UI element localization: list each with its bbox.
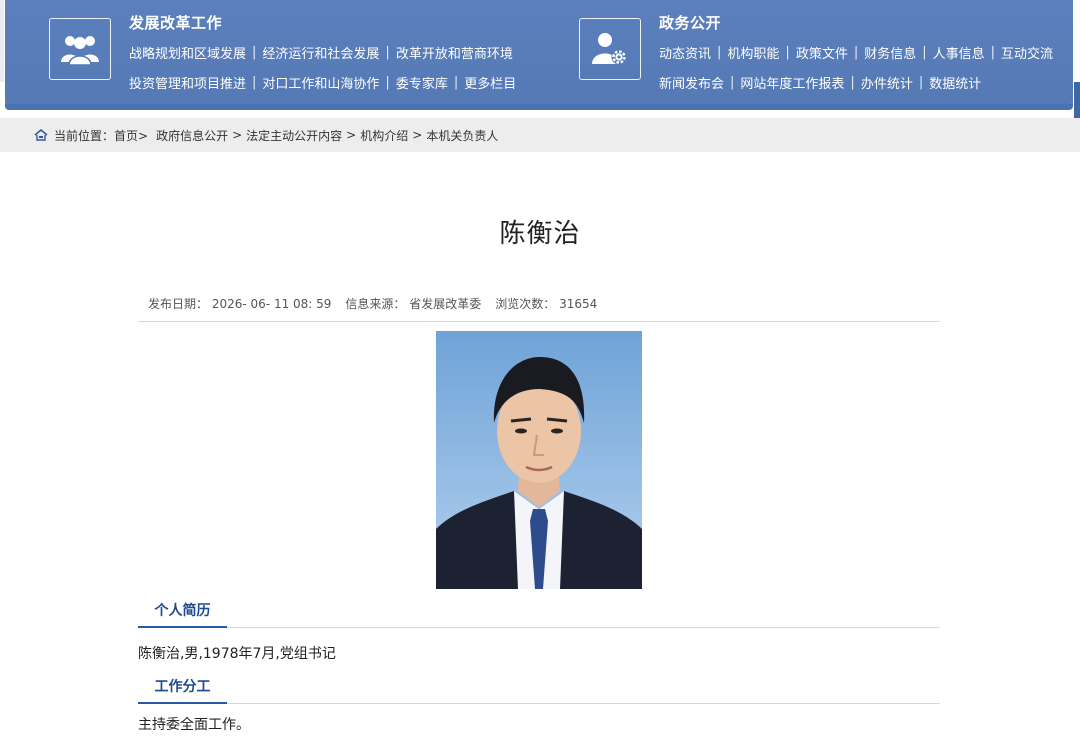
link-row-development-1: 战略规划和区域发展 | 经济运行和社会发展 | 改革开放和营商环境: [129, 43, 513, 62]
date-value: 2026- 06- 11 08: 59: [211, 297, 332, 311]
views-label: 浏览次数：: [495, 297, 556, 311]
nav-link-news[interactable]: 动态资讯: [659, 43, 711, 62]
page-title: 陈衡治: [499, 219, 581, 249]
home-icon: [34, 129, 48, 141]
header-panel: 发展改革工作 战略规划和区域发展 | 经济运行和社会发展 | 改革开放和营商环境 投…: [5, 0, 1073, 104]
section-government-affairs: 政务公开 动态资讯 | 机构职能 | 政策文件 | 财务信息 | 人事信息 | 互动交流 …: [579, 0, 1069, 104]
nav-link-data-stats[interactable]: 数据统计: [929, 73, 981, 92]
duty-heading: 工作分工: [138, 676, 227, 704]
nav-link-economy[interactable]: 经济运行和社会发展: [262, 43, 379, 62]
bio-text: 陈衡治,男,1978年7月,党组书记: [138, 646, 336, 662]
nav-link-personnel[interactable]: 人事信息: [933, 43, 985, 62]
link-row-development-2: 投资管理和项目推进 | 对口工作和山海协作 | 委专家库 | 更多栏目: [129, 73, 517, 92]
duty-text: 主持委全面工作。: [138, 717, 250, 733]
nav-link-experts[interactable]: 委专家库: [396, 73, 448, 92]
nav-link-case-stats[interactable]: 办件统计: [861, 73, 913, 92]
nav-link-policy[interactable]: 政策文件: [796, 43, 848, 62]
breadcrumb-statutory[interactable]: 法定主动公开内容: [246, 127, 342, 144]
section-development-reform: 发展改革工作 战略规划和区域发展 | 经济运行和社会发展 | 改革开放和营商环境 投…: [49, 0, 549, 104]
breadcrumb-home[interactable]: 首页>: [114, 127, 148, 144]
nav-link-strategy[interactable]: 战略规划和区域发展: [129, 43, 246, 62]
breadcrumb-prefix: 当前位置：: [54, 128, 115, 143]
nav-link-reform[interactable]: 改革开放和营商环境: [396, 43, 513, 62]
source-value: 省发展改革委: [409, 297, 482, 311]
user-gear-icon[interactable]: [579, 18, 641, 80]
nav-link-finance[interactable]: 财务信息: [864, 43, 916, 62]
nav-link-press[interactable]: 新闻发布会: [659, 73, 724, 92]
nav-link-annual-report[interactable]: 网站年度工作报表: [740, 73, 844, 92]
header-edge-right: [1074, 82, 1080, 118]
meta-divider: [138, 321, 940, 322]
breadcrumb: 当前位置： 首页> 政府信息公开 > 法定主动公开内容 > 机构介绍 > 本机关…: [0, 118, 1080, 152]
nav-link-interaction[interactable]: 互动交流: [1001, 43, 1053, 62]
nav-link-functions[interactable]: 机构职能: [727, 43, 779, 62]
breadcrumb-leaders[interactable]: 本机关负责人: [426, 127, 498, 144]
section-title-affairs[interactable]: 政务公开: [659, 12, 721, 33]
section-title-development[interactable]: 发展改革工作: [129, 12, 222, 33]
breadcrumb-separator: >: [232, 128, 243, 142]
views-value: 31654: [559, 297, 598, 311]
breadcrumb-separator: >: [412, 128, 423, 142]
breadcrumb-org-intro[interactable]: 机构介绍: [360, 127, 408, 144]
nav-link-more[interactable]: 更多栏目: [464, 73, 516, 92]
link-row-affairs-1: 动态资讯 | 机构职能 | 政策文件 | 财务信息 | 人事信息 | 互动交流: [659, 43, 1054, 62]
portrait-photo: [436, 331, 642, 589]
people-group-icon[interactable]: [49, 18, 111, 80]
duty-section-header: 工作分工: [138, 678, 940, 704]
breadcrumb-separator: >: [346, 128, 357, 142]
bio-heading: 个人简历: [138, 600, 227, 628]
breadcrumb-gov-info[interactable]: 政府信息公开: [156, 127, 228, 144]
nav-link-partnership[interactable]: 对口工作和山海协作: [262, 73, 379, 92]
nav-link-investment[interactable]: 投资管理和项目推进: [129, 73, 246, 92]
article-meta: 发布日期： 2026- 06- 11 08: 59 信息来源： 省发展改革委 浏…: [148, 295, 597, 312]
source-label: 信息来源：: [345, 297, 406, 311]
header-edge-left: [0, 0, 4, 82]
link-row-affairs-2: 新闻发布会 | 网站年度工作报表 | 办件统计 | 数据统计: [659, 73, 982, 92]
bio-section-header: 个人简历: [138, 602, 940, 628]
date-label: 发布日期：: [148, 297, 209, 311]
